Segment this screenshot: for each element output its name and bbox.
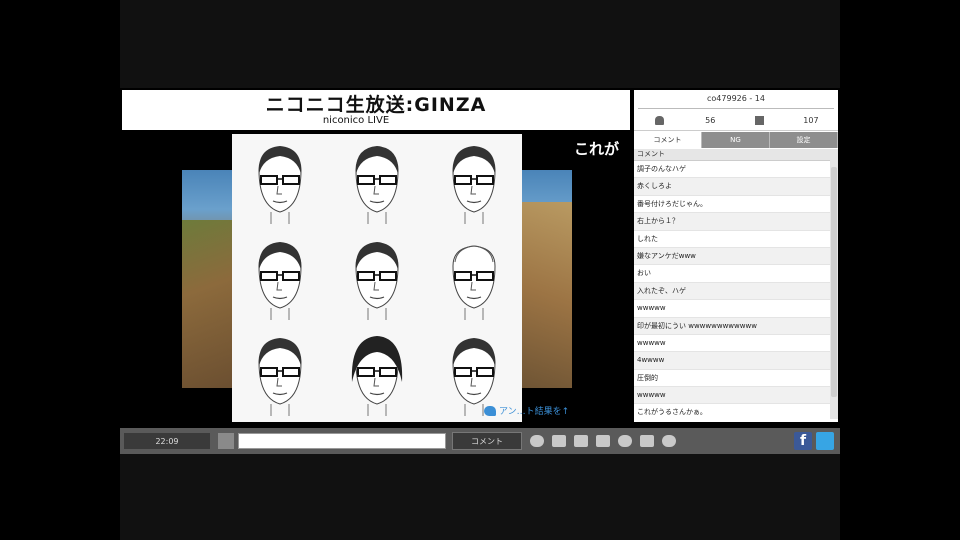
face-sketch — [232, 134, 329, 230]
face-sketch — [425, 134, 522, 230]
comment-row[interactable]: 調子のんなハゲ — [634, 161, 830, 179]
niconico-player: ニコニコ生放送:GINZA niconico LIVE これが アン…ト結果を↑… — [120, 88, 840, 454]
side-tabs: コメント NG 設定 — [634, 132, 838, 148]
comment-row[interactable]: 印が最初にうい wwwwwwwwwwww — [634, 317, 830, 335]
print-icon[interactable] — [640, 435, 654, 447]
elapsed-time: 22:09 — [124, 433, 210, 449]
comment-row[interactable]: wwwww — [634, 300, 830, 318]
comment-row[interactable]: 右上から１？ — [634, 213, 830, 231]
face-sketch — [232, 230, 329, 326]
comment-submit-button[interactable]: コメント — [452, 432, 522, 450]
background-right-ridge — [520, 202, 572, 388]
room-stats: 56 107 — [634, 113, 838, 127]
comment-count: 107 — [803, 115, 819, 125]
viewer-stat: 56 — [634, 115, 736, 125]
face-sketch — [425, 230, 522, 326]
viewer-count: 56 — [705, 115, 716, 125]
zoom-icon[interactable] — [662, 435, 676, 447]
twitter-bird-icon — [484, 405, 496, 416]
comment-row[interactable]: これがうるさんかぁ。 — [634, 404, 830, 419]
comment-row[interactable]: 入れたぞ、ハゲ — [634, 282, 830, 301]
comment-row[interactable]: wwwww — [634, 387, 830, 405]
fullscreen-icon[interactable] — [596, 435, 610, 447]
face-sketch — [329, 134, 426, 230]
logo-title: ニコニコ生放送:GINZA — [265, 93, 487, 116]
comment-rows: 調子のんなハゲ 赤くしろよ 番号付けろだじゃん。 右上から１？ しれた 嫌なアンケだwww… — [634, 161, 830, 419]
viewer-icon — [654, 115, 664, 125]
facebook-icon[interactable]: f — [794, 432, 812, 450]
screen-icon[interactable] — [574, 435, 588, 447]
command-grid-icon[interactable] — [218, 433, 234, 449]
flowing-comment: これが — [574, 140, 620, 158]
face-sketch — [329, 230, 426, 326]
tab-comment[interactable]: コメント — [634, 132, 702, 148]
comment-row[interactable]: 圧倒的 — [634, 370, 830, 388]
room-info: co479926 - 14 56 107 — [634, 90, 838, 131]
comment-row[interactable]: おい — [634, 265, 830, 283]
side-panel: co479926 - 14 56 107 コメント NG 設定 コメント 調子の… — [634, 90, 838, 422]
comment-stat: 107 — [736, 115, 838, 125]
video-caption-text: アン…ト結果を↑ — [499, 407, 570, 417]
tab-ng[interactable]: NG — [702, 132, 770, 148]
face-sketch — [232, 326, 329, 422]
face-sketch-panel — [232, 134, 522, 422]
reload-icon[interactable] — [618, 435, 632, 447]
logo-bar: ニコニコ生放送:GINZA niconico LIVE — [122, 90, 630, 130]
comment-row[interactable]: 嫌なアンケだwww — [634, 247, 830, 266]
room-divider — [638, 108, 834, 109]
comment-list[interactable]: コメント 調子のんなハゲ 赤くしろよ 番号付けろだじゃん。 右上から１？ しれた 嫌なアン… — [634, 149, 830, 419]
video-caption: アン…ト結果を↑ — [484, 404, 569, 417]
comment-row[interactable]: 番号付けろだじゃん。 — [634, 196, 830, 214]
logo-subtitle: niconico LIVE — [322, 114, 390, 126]
comment-row[interactable]: 4wwww — [634, 352, 830, 370]
volume-icon[interactable] — [530, 435, 544, 447]
comment-row[interactable]: 赤くしろよ — [634, 178, 830, 196]
comment-list-header: コメント — [634, 149, 830, 161]
comment-input[interactable] — [238, 433, 446, 449]
video-area[interactable]: これが アン…ト結果を↑ — [122, 132, 630, 422]
control-bar: 22:09 コメント f — [120, 428, 840, 454]
room-id: co479926 - 14 — [707, 94, 765, 103]
scrollbar-thumb[interactable] — [831, 167, 837, 397]
face-sketch — [329, 326, 426, 422]
comment-count-icon — [755, 115, 765, 125]
comment-toggle-icon[interactable] — [552, 435, 566, 447]
comment-scrollbar[interactable] — [830, 149, 838, 419]
comment-row[interactable]: wwwww — [634, 335, 830, 353]
comment-row[interactable]: しれた — [634, 231, 830, 248]
twitter-icon[interactable] — [816, 432, 834, 450]
tab-settings[interactable]: 設定 — [770, 132, 838, 148]
